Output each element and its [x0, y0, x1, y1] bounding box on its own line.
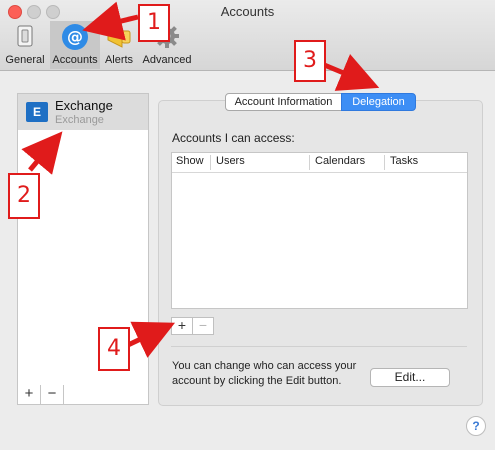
annotation-arrow-2 [21, 131, 63, 175]
annotation-arrow-1 [82, 1, 139, 41]
annotation-marker-2: 2 [8, 173, 40, 219]
annotation-arrows [21, 1, 380, 358]
annotation-marker-3: 3 [294, 40, 326, 82]
annotation-arrow-3 [321, 54, 380, 91]
annotation-arrow-4 [126, 321, 176, 358]
annotation-marker-4: 4 [98, 327, 130, 371]
annotation-marker-1: 1 [138, 4, 170, 42]
